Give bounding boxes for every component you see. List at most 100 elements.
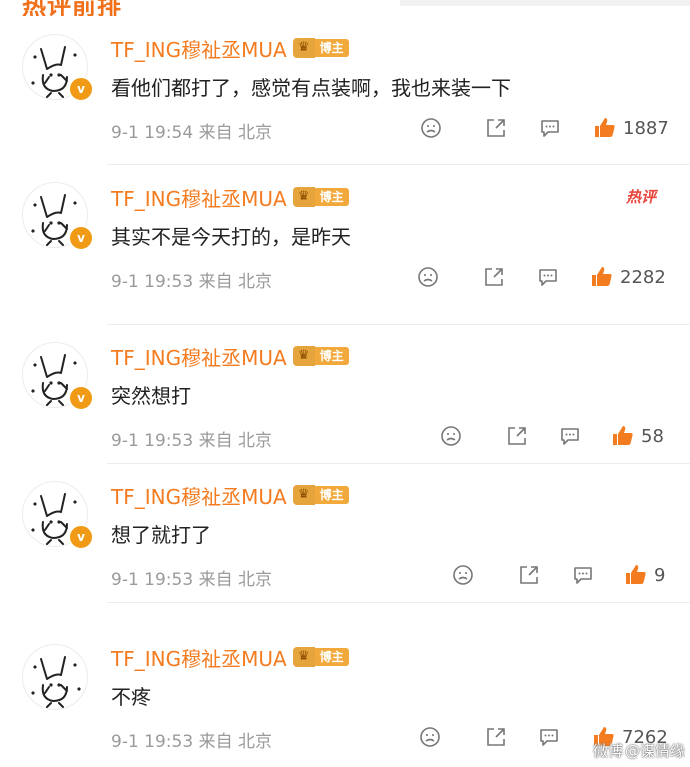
reply-button[interactable] [572, 564, 594, 586]
reply-button[interactable] [538, 726, 560, 748]
dislike-button[interactable] [420, 117, 442, 139]
comment-text: 看他们都打了，感觉有点装啊，我也来装一下 [111, 76, 511, 100]
comment-location: 来自 北京 [198, 570, 272, 590]
share-icon [485, 268, 503, 286]
fan-badge-icon: ♛ [292, 485, 315, 505]
dislike-button[interactable] [452, 564, 474, 586]
blogger-badge: ♛ 博主 [292, 187, 349, 207]
comment-date: 9-1 19:53 [111, 732, 194, 752]
comment-icon [539, 269, 557, 286]
divider [107, 324, 690, 325]
avatar-drawing [30, 656, 82, 708]
comment-location: 来自 北京 [198, 732, 272, 752]
blogger-badge-label: 博主 [314, 188, 349, 206]
blogger-badge-label: 博主 [314, 347, 349, 365]
comment-text: 其实不是今天打的，是昨天 [111, 225, 351, 249]
blogger-badge-label: 博主 [314, 648, 349, 666]
comment-location: 来自 北京 [198, 272, 272, 292]
verified-icon: v [68, 385, 94, 411]
verified-icon: v [68, 225, 94, 251]
like-button[interactable]: 1887 [593, 115, 669, 141]
username-row: TF_ING穆祉丞MUA ♛ 博主 [111, 34, 349, 62]
like-count: 1887 [623, 117, 669, 139]
username[interactable]: TF_ING穆祉丞MUA [111, 481, 287, 510]
blogger-badge: ♛ 博主 [292, 485, 349, 505]
watermark: 微博 @谋情缘 [593, 740, 685, 761]
like-button[interactable]: 2282 [590, 264, 666, 290]
share-icon [487, 728, 505, 746]
like-button[interactable]: 58 [611, 423, 664, 449]
share-icon [520, 566, 538, 584]
share-icon [487, 119, 505, 137]
share-icon [508, 427, 526, 445]
reply-button[interactable] [559, 425, 581, 447]
fan-badge-icon: ♛ [292, 187, 315, 207]
share-button[interactable] [485, 117, 507, 139]
comment-date: 9-1 19:53 [111, 570, 194, 590]
share-button[interactable] [518, 564, 540, 586]
comment-meta: 9-1 19:53 来自 北京 [111, 727, 272, 752]
username[interactable]: TF_ING穆祉丞MUA [111, 34, 287, 63]
blogger-badge: ♛ 博主 [292, 647, 349, 667]
dislike-button[interactable] [440, 425, 462, 447]
comment-date: 9-1 19:54 [111, 123, 194, 143]
fan-badge-icon: ♛ [292, 38, 315, 58]
like-icon [613, 426, 633, 445]
verified-icon: v [68, 524, 94, 550]
dislike-icon [420, 727, 440, 747]
comment-location: 来自 北京 [198, 431, 272, 451]
comment-icon [541, 120, 559, 137]
username-row: TF_ING穆祉丞MUA ♛ 博主 [111, 342, 349, 370]
dislike-icon [421, 118, 441, 138]
like-icon [592, 267, 612, 286]
like-button[interactable]: 9 [624, 562, 665, 588]
username-row: TF_ING穆祉丞MUA ♛ 博主 [111, 643, 349, 671]
dislike-icon [441, 426, 461, 446]
dislike-icon [453, 565, 473, 585]
username[interactable]: TF_ING穆祉丞MUA [111, 183, 287, 212]
watermark-text: @谋情缘 [625, 742, 686, 760]
username[interactable]: TF_ING穆祉丞MUA [111, 643, 287, 672]
share-button[interactable] [485, 726, 507, 748]
divider [107, 463, 690, 464]
blogger-badge: ♛ 博主 [292, 346, 349, 366]
comment-date: 9-1 19:53 [111, 431, 194, 451]
like-icon [626, 565, 646, 584]
dislike-button[interactable] [417, 266, 439, 288]
top-band: 热评前排 [0, 0, 690, 16]
avatar[interactable] [22, 644, 88, 710]
divider [107, 602, 690, 603]
fan-badge-icon: ♛ [292, 647, 315, 667]
share-button[interactable] [483, 266, 505, 288]
blogger-badge: ♛ 博主 [292, 38, 349, 58]
top-shade [400, 0, 690, 6]
comment-icon [574, 567, 592, 584]
username-row: TF_ING穆祉丞MUA ♛ 博主 [111, 481, 349, 509]
comment-location: 来自 北京 [198, 123, 272, 143]
like-icon [595, 118, 615, 137]
comment-meta: 9-1 19:53 来自 北京 [111, 426, 272, 451]
divider [107, 164, 690, 165]
comment-icon [540, 729, 558, 746]
comment-text: 突然想打 [111, 384, 191, 408]
blogger-badge-label: 博主 [314, 486, 349, 504]
reply-button[interactable] [537, 266, 559, 288]
dislike-button[interactable] [419, 726, 441, 748]
dislike-icon [418, 267, 438, 287]
blogger-badge-label: 博主 [314, 39, 349, 57]
weibo-logo-icon: 微博 [593, 742, 624, 760]
like-count: 2282 [620, 266, 666, 288]
section-title: 热评前排 [22, 0, 122, 16]
like-count: 9 [654, 564, 666, 586]
hot-comment-tag: 热评 [626, 188, 657, 206]
comment-meta: 9-1 19:54 来自 北京 [111, 118, 272, 143]
like-count: 58 [641, 425, 664, 447]
username[interactable]: TF_ING穆祉丞MUA [111, 342, 287, 371]
comment-text: 想了就打了 [111, 523, 211, 547]
reply-button[interactable] [539, 117, 561, 139]
comment-icon [561, 428, 579, 445]
share-button[interactable] [506, 425, 528, 447]
comment-date: 9-1 19:53 [111, 272, 194, 292]
verified-icon: v [68, 76, 94, 102]
comment-meta: 9-1 19:53 来自 北京 [111, 565, 272, 590]
